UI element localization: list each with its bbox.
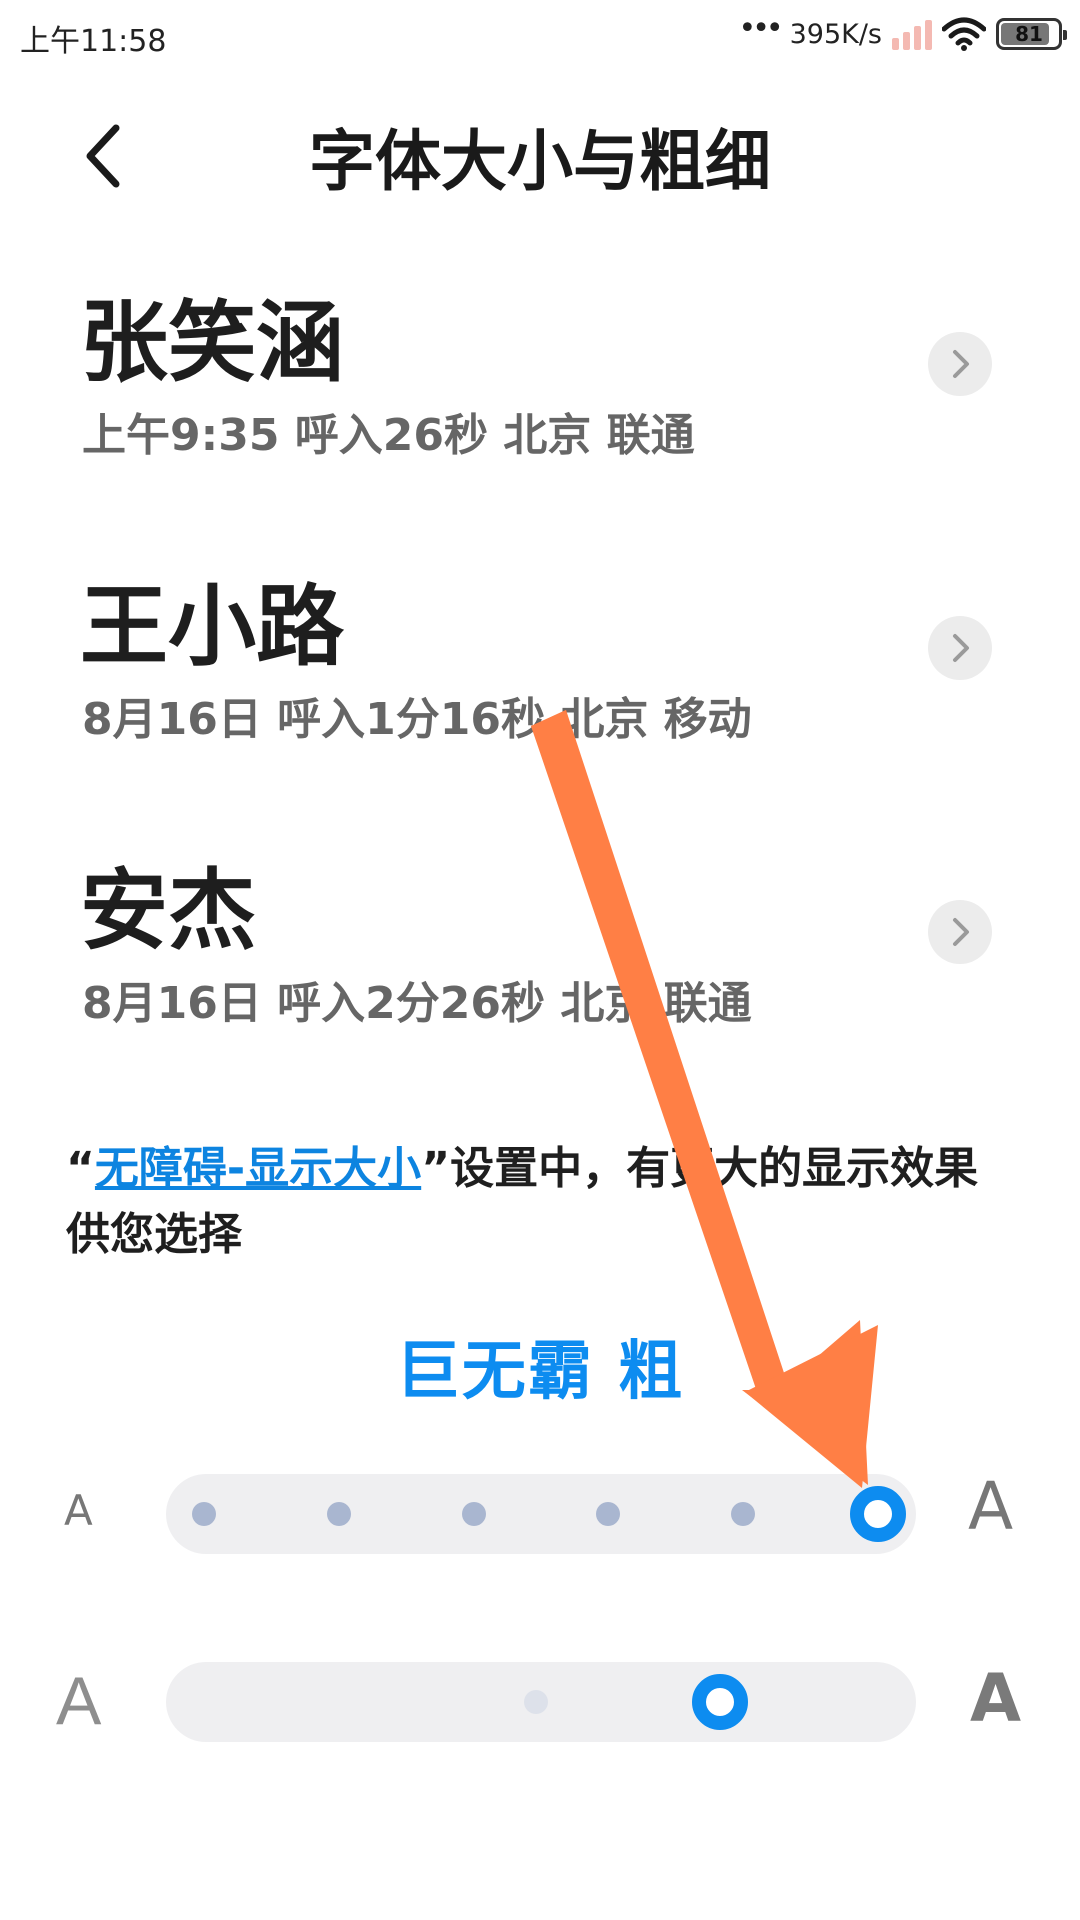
size-min-label: A xyxy=(64,1486,93,1535)
network-speed: 395K/s xyxy=(789,18,882,50)
signal-icon xyxy=(892,18,932,50)
slider-step-dot[interactable] xyxy=(524,1690,548,1714)
wifi-icon xyxy=(942,17,986,51)
font-size-slider[interactable] xyxy=(166,1474,916,1554)
status-icons: ••• 395K/s 81 xyxy=(738,11,1067,56)
list-item[interactable]: 王小路 8月16日 呼入1分16秒 北京 移动 xyxy=(0,572,1080,792)
weight-max-label: A xyxy=(970,1660,1022,1737)
page-title: 字体大小与粗细 xyxy=(309,123,771,200)
call-detail: 8月16日 呼入1分16秒 北京 移动 xyxy=(82,694,752,745)
chevron-right-icon xyxy=(953,918,969,946)
font-weight-slider[interactable] xyxy=(166,1662,916,1742)
detail-button[interactable] xyxy=(928,900,992,964)
slider-thumb[interactable] xyxy=(692,1674,748,1730)
font-size-slider-row: A A xyxy=(0,1468,1080,1554)
detail-button[interactable] xyxy=(928,332,992,396)
accessibility-notice: “无障碍-显示大小”设置中，有更大的显示效果供您选择 xyxy=(66,1136,996,1268)
slider-step-dot[interactable] xyxy=(192,1502,216,1526)
call-detail: 上午9:35 呼入26秒 北京 联通 xyxy=(82,410,695,461)
chevron-right-icon xyxy=(953,634,969,662)
battery-icon: 81 xyxy=(996,18,1067,50)
slider-step-dot[interactable] xyxy=(596,1502,621,1526)
list-item[interactable]: 安杰 8月16日 呼入2分26秒 北京 联通 xyxy=(0,856,1080,1076)
detail-button[interactable] xyxy=(928,616,992,680)
status-time: 上午11:58 xyxy=(20,24,167,59)
slider-step-dot[interactable] xyxy=(326,1502,351,1526)
accessibility-display-size-link[interactable]: 无障碍-显示大小 xyxy=(95,1143,421,1194)
status-bar: 上午11:58 ••• 395K/s 81 xyxy=(0,0,1080,70)
more-dots-icon: ••• xyxy=(738,11,784,46)
contact-name: 张笑涵 xyxy=(80,291,345,394)
chevron-right-icon xyxy=(953,350,969,378)
contact-name: 安杰 xyxy=(80,859,257,962)
font-setting-label: 巨无霸 粗 xyxy=(395,1335,685,1409)
font-weight-slider-row: A A xyxy=(0,1660,1080,1742)
slider-step-dot[interactable] xyxy=(461,1502,486,1526)
contact-name: 王小路 xyxy=(80,575,345,678)
call-detail: 8月16日 呼入2分26秒 北京 联通 xyxy=(82,978,752,1029)
open-quote: “ xyxy=(66,1143,95,1194)
weight-min-label: A xyxy=(56,1663,102,1739)
list-item[interactable]: 张笑涵 上午9:35 呼入26秒 北京 联通 xyxy=(0,288,1080,508)
battery-level: 81 xyxy=(1015,22,1043,46)
slider-step-dot[interactable] xyxy=(731,1502,756,1526)
size-max-label: A xyxy=(968,1468,1014,1545)
slider-thumb[interactable] xyxy=(850,1486,906,1542)
